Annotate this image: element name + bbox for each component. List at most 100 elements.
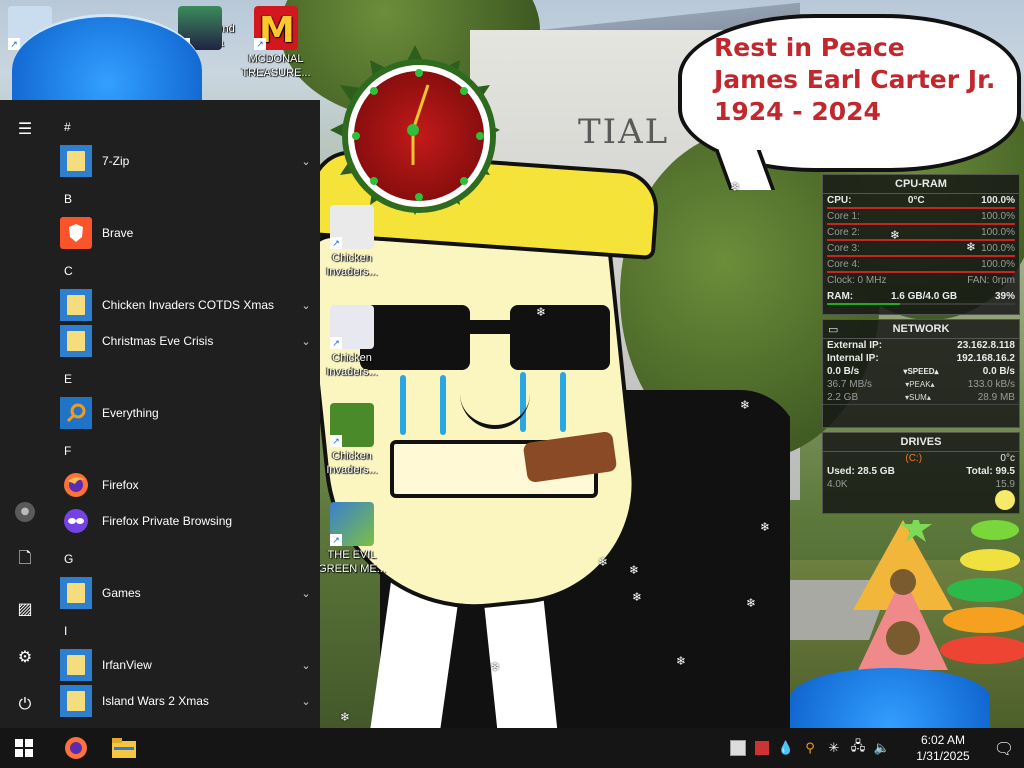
private-mask-icon bbox=[64, 509, 88, 533]
panel-title: CPU-RAM bbox=[823, 175, 1019, 194]
clock-gadget[interactable] bbox=[330, 45, 500, 215]
snowflake-icon: ❄ bbox=[676, 654, 687, 668]
ribbon-decoration-icon bbox=[940, 490, 1024, 664]
app-label: Firefox Private Browsing bbox=[102, 514, 233, 528]
core-row: Core 1: 100.0% bbox=[823, 210, 1019, 223]
internal-ip-label: Internal IP: bbox=[827, 353, 879, 364]
desktop-icon-label: Chicken Invaders... bbox=[326, 252, 378, 278]
user-avatar-icon: ● bbox=[15, 502, 35, 522]
power-button[interactable]: ⏻ bbox=[0, 680, 50, 728]
tear bbox=[440, 375, 446, 435]
group-header-hash[interactable]: # bbox=[64, 120, 71, 134]
chevron-down-icon[interactable]: ⌄ bbox=[296, 659, 316, 672]
cpu-ram-panel: CPU-RAM CPU: 0°C 100.0% Core 1: 100.0% Co… bbox=[822, 174, 1020, 315]
tray-snow-icon[interactable]: ✳ bbox=[822, 728, 846, 768]
core-value: 100.0% bbox=[981, 227, 1015, 238]
cartoon-character bbox=[320, 150, 790, 728]
chicken-icon bbox=[330, 403, 374, 447]
speed-up: 0.0 B/s bbox=[982, 366, 1015, 377]
internal-ip-row: Internal IP: 192.168.16.2 bbox=[823, 352, 1019, 365]
internal-ip-value: 192.168.16.2 bbox=[956, 353, 1015, 364]
group-header-i[interactable]: I bbox=[64, 624, 67, 638]
panel-title: DRIVES bbox=[823, 433, 1019, 452]
app-item-chicken-invaders[interactable]: Chicken Invaders COTDS Xmas ⌄ bbox=[60, 287, 316, 323]
sum-up: 28.9 MB bbox=[977, 392, 1015, 403]
chevron-down-icon[interactable]: ⌄ bbox=[296, 299, 316, 312]
desktop-icon-mcdonald[interactable]: M MCDONAL TREASURE... bbox=[240, 6, 312, 80]
notification-icon: 🗨 bbox=[993, 738, 1015, 758]
app-item-7zip[interactable]: 7-Zip ⌄ bbox=[60, 143, 316, 179]
snowflake-icon: ❄ bbox=[730, 180, 741, 194]
core-bar bbox=[827, 223, 1015, 225]
taskbar-firefox[interactable] bbox=[52, 728, 100, 768]
group-header-g[interactable]: G bbox=[64, 552, 73, 566]
app-item-everything[interactable]: Everything bbox=[60, 395, 316, 431]
chevron-down-icon[interactable]: ⌄ bbox=[296, 155, 316, 168]
sum-label: ▾SUM▴ bbox=[905, 393, 931, 402]
app-item-christmas-eve-crisis[interactable]: Christmas Eve Crisis ⌄ bbox=[60, 323, 316, 359]
app-item-irfanview[interactable]: IrfanView ⌄ bbox=[60, 647, 316, 683]
desktop-icon-evil-green[interactable]: THE EVIL GREEN ME... bbox=[318, 502, 386, 576]
taskbar-file-explorer[interactable] bbox=[100, 728, 148, 768]
core-bar bbox=[827, 239, 1015, 241]
speed-row: 0.0 B/s ▾SPEED▴ 0.0 B/s bbox=[823, 365, 1019, 378]
drive-used: Used: 28.5 GB bbox=[827, 466, 895, 477]
gear-icon: ⚙ bbox=[17, 646, 33, 666]
snowflake-icon: ❄ bbox=[632, 590, 643, 604]
memorial-line-3: 1924 - 2024 bbox=[714, 97, 881, 126]
volume-icon[interactable]: 🔈 bbox=[870, 728, 894, 768]
magnifier-icon: ⚲ bbox=[805, 740, 815, 756]
network-icon[interactable]: 🖧 bbox=[846, 728, 870, 768]
memorial-line-2: James Earl Carter Jr. bbox=[714, 65, 996, 94]
documents-button[interactable]: 🗋 bbox=[0, 536, 50, 584]
brave-lion-icon bbox=[69, 224, 83, 242]
app-item-brave[interactable]: Brave bbox=[60, 215, 316, 251]
clock-fan-row: Clock: 0 MHz FAN: 0rpm bbox=[823, 274, 1019, 287]
taskbar-clock[interactable]: 6:02 AM 1/31/2025 bbox=[908, 732, 978, 764]
folder-icon bbox=[60, 289, 92, 321]
ram-label: RAM: bbox=[827, 291, 854, 302]
desktop-icon-chicken-invaders-1[interactable]: Chicken Invaders... bbox=[320, 205, 384, 279]
pictures-button[interactable]: ▨ bbox=[0, 584, 50, 632]
external-ip-value: 23.162.8.118 bbox=[957, 340, 1015, 351]
group-header-e[interactable]: E bbox=[64, 372, 72, 386]
settings-button[interactable]: ⚙ bbox=[0, 632, 50, 680]
snowflake-icon: ❄ bbox=[536, 305, 547, 319]
core-label: Core 1: bbox=[827, 211, 860, 222]
group-header-c[interactable]: C bbox=[64, 264, 73, 278]
chicken-icon bbox=[330, 305, 374, 349]
chevron-down-icon[interactable]: ⌄ bbox=[296, 695, 316, 708]
expand-menu-button[interactable]: ☰ bbox=[0, 104, 50, 152]
desktop-icon-chicken-invaders-2[interactable]: Chicken Invaders... bbox=[320, 305, 384, 379]
tray-water-icon[interactable]: 💧 bbox=[774, 728, 798, 768]
hamburger-icon: ☰ bbox=[17, 118, 33, 138]
chevron-down-icon[interactable]: ⌄ bbox=[296, 587, 316, 600]
snowflake-icon: ❄ bbox=[629, 563, 640, 577]
app-item-games[interactable]: Games ⌄ bbox=[60, 575, 316, 611]
svg-text:M: M bbox=[259, 10, 295, 50]
app-item-firefox-private[interactable]: Firefox Private Browsing bbox=[60, 503, 316, 539]
chevron-down-icon[interactable]: ⌄ bbox=[296, 335, 316, 348]
system-monitor-widget: CPU-RAM CPU: 0°C 100.0% Core 1: 100.0% Co… bbox=[822, 174, 1020, 518]
tray-app-icon[interactable] bbox=[750, 728, 774, 768]
desktop-icon-label: Chicken Invaders... bbox=[326, 352, 378, 378]
memorial-text: Rest in Peace James Earl Carter Jr. 1924… bbox=[714, 32, 995, 128]
app-item-island-wars[interactable]: Island Wars 2 Xmas ⌄ bbox=[60, 683, 316, 719]
snowflake-icon: ❄ bbox=[760, 520, 771, 534]
group-header-b[interactable]: B bbox=[64, 192, 72, 206]
snow-globe-icon bbox=[790, 668, 990, 728]
core-bar bbox=[827, 271, 1015, 273]
core-row: Core 3: 100.0% bbox=[823, 242, 1019, 255]
app-item-firefox[interactable]: Firefox bbox=[60, 467, 316, 503]
tray-app-icon[interactable] bbox=[726, 728, 750, 768]
notification-button[interactable]: 🗨 bbox=[984, 728, 1024, 768]
user-account-button[interactable]: ● bbox=[0, 488, 50, 536]
memorial-line-1: Rest in Peace bbox=[714, 33, 905, 62]
brave-icon bbox=[60, 217, 92, 249]
group-header-f[interactable]: F bbox=[64, 444, 71, 458]
tray-everything-icon[interactable]: ⚲ bbox=[798, 728, 822, 768]
firefox-logo-icon bbox=[64, 473, 88, 497]
desktop-icon-chicken-invaders-3[interactable]: Chicken Invaders... bbox=[320, 403, 384, 477]
start-button[interactable] bbox=[0, 728, 48, 768]
core-row: Core 4: 100.0% bbox=[823, 258, 1019, 271]
